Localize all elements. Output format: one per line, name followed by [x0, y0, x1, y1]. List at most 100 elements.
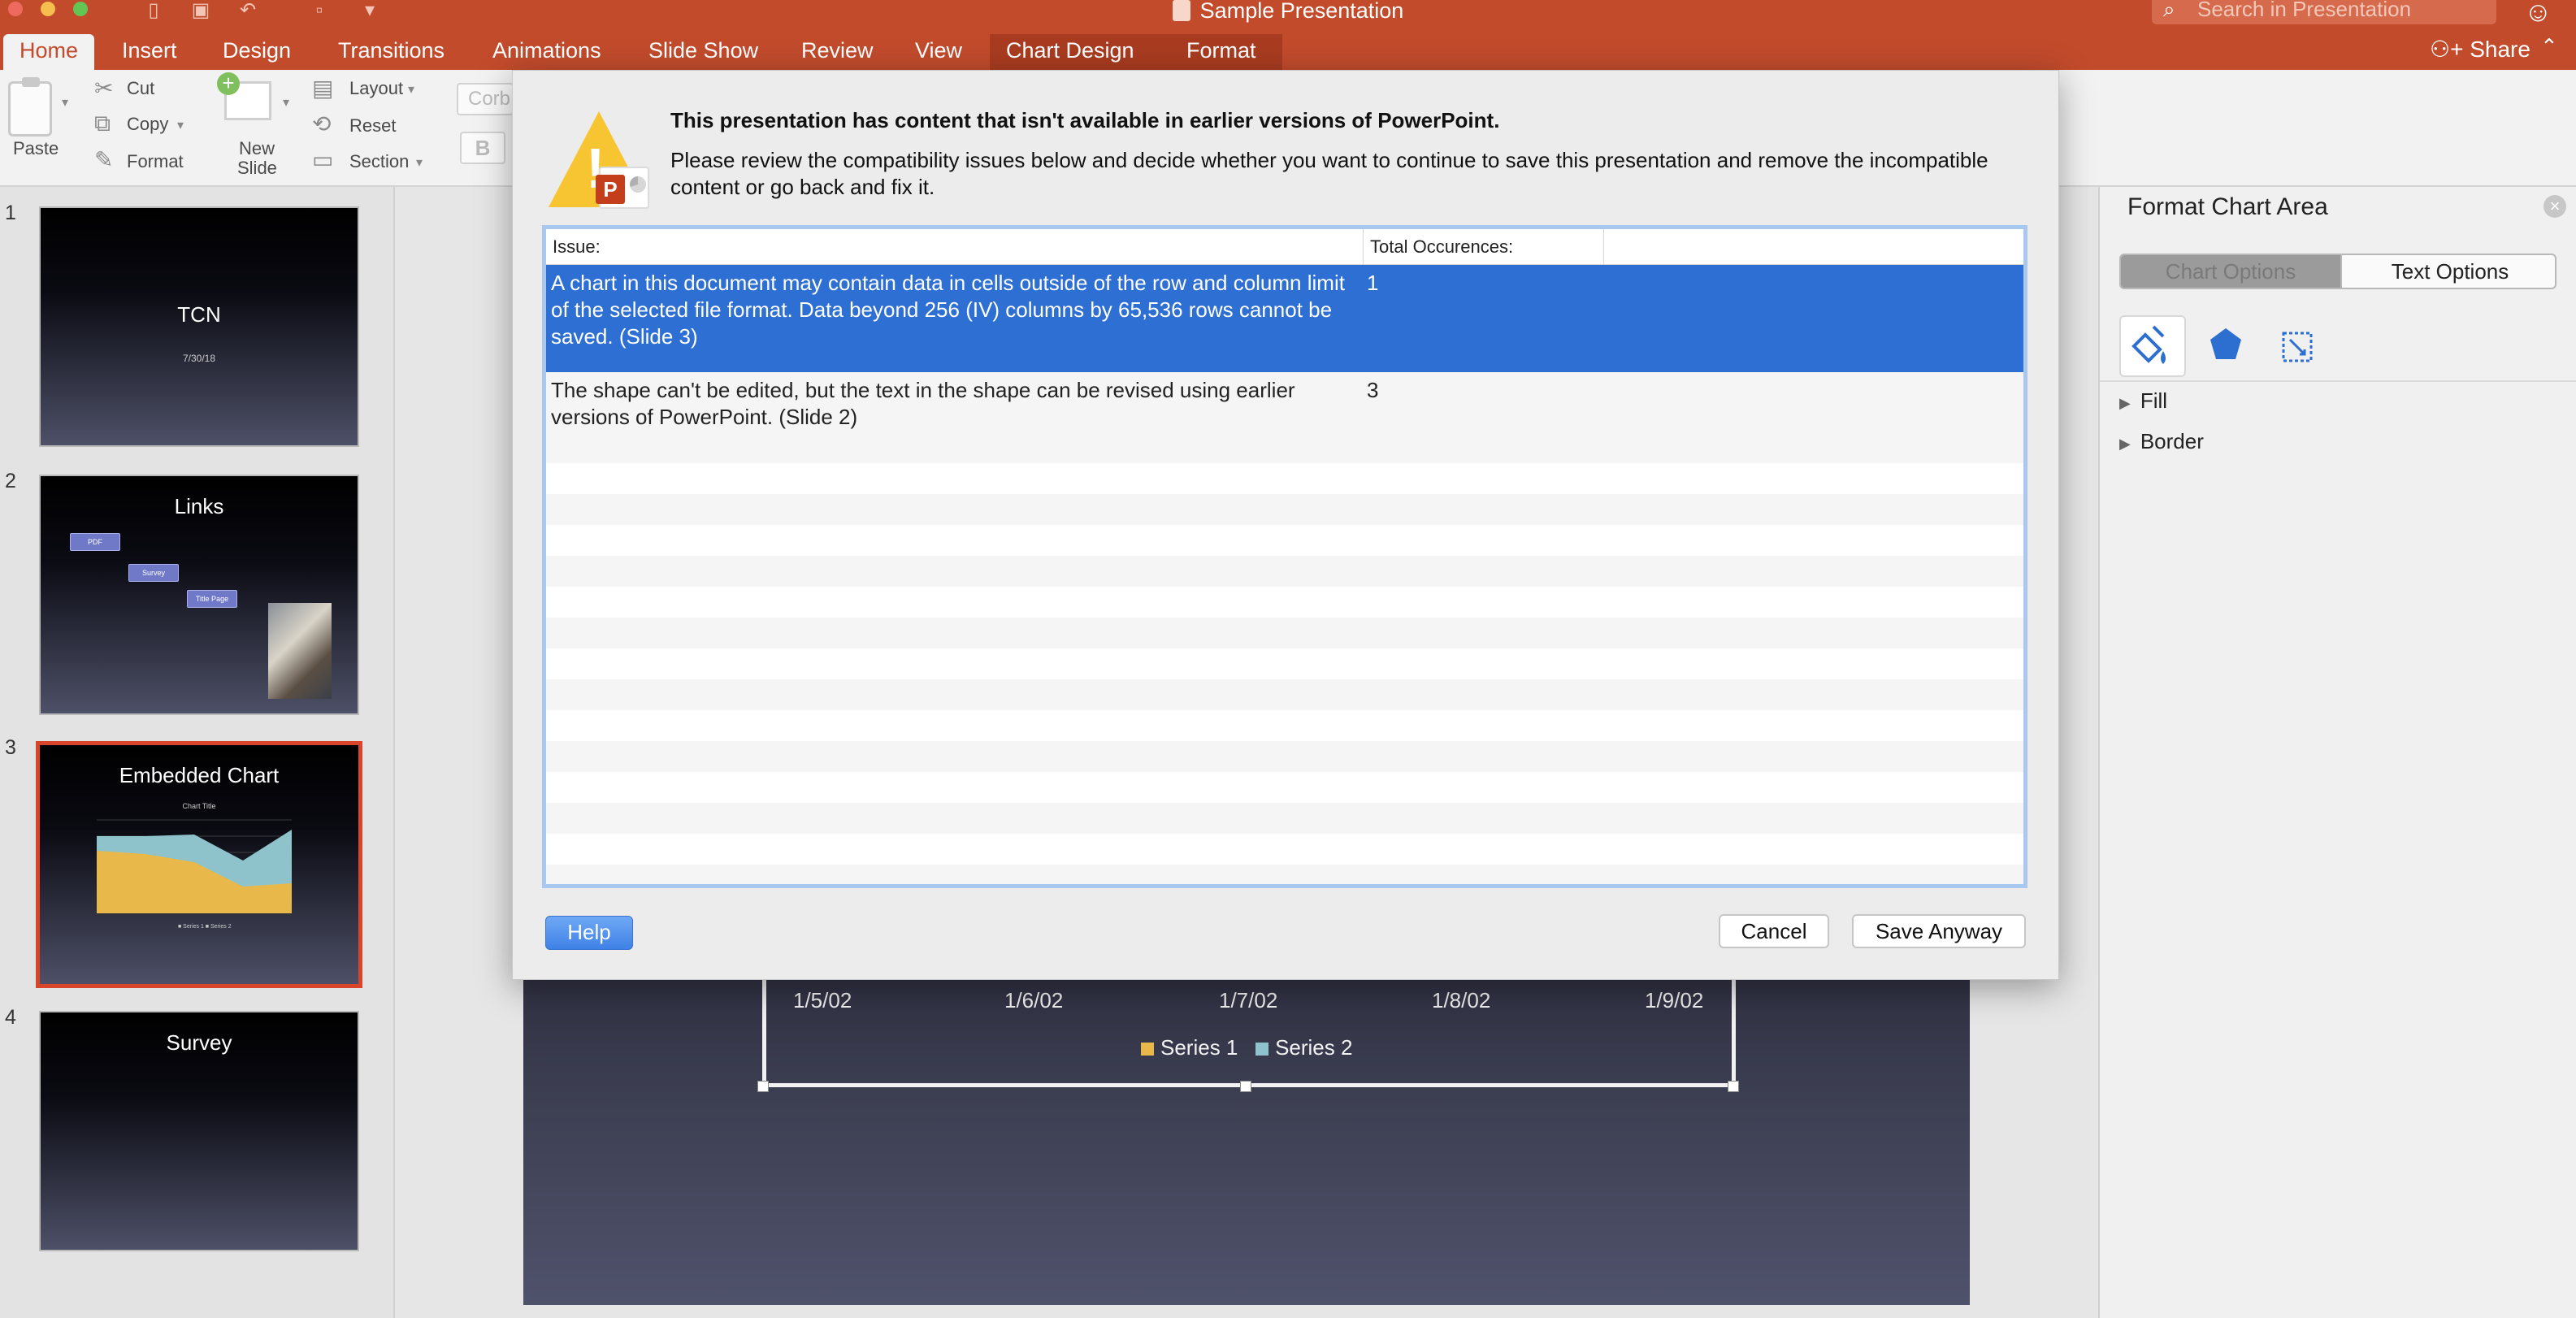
x-axis-tick-label: 1/8/02 — [1432, 988, 1491, 1012]
reset-button[interactable]: Reset — [349, 115, 396, 137]
empty-row — [546, 463, 2023, 494]
cut-button[interactable]: Cut — [127, 78, 154, 99]
tab-format[interactable]: Format — [1170, 34, 1282, 70]
format-chart-area-pane: Format Chart Area × Chart Options Text O… — [2098, 187, 2576, 1318]
slide-thumbnail-4[interactable]: Survey — [39, 1011, 359, 1251]
new-slide-label-1: New — [239, 138, 275, 158]
powerpoint-icon: P — [596, 167, 649, 209]
font-name-field[interactable]: Corb — [457, 83, 514, 115]
slide-number: 4 — [5, 1006, 16, 1029]
tab-chart-options[interactable]: Chart Options — [2121, 255, 2340, 288]
copy-button[interactable]: Copy — [127, 114, 168, 135]
share-label: Share — [2470, 37, 2530, 62]
column-header-total[interactable]: Total Occurences: — [1364, 229, 1604, 265]
layout-icon[interactable]: ▤ — [312, 75, 333, 102]
slide-title: Embedded Chart — [119, 763, 280, 787]
thumbnail-legend: ■ Series 1 ■ Series 2 — [178, 924, 232, 930]
slide-panel[interactable]: 1 TCN 7/30/18 2 Links PDF Survey Title P… — [0, 187, 395, 1318]
tab-transitions[interactable]: Transitions — [322, 34, 461, 70]
section-button[interactable]: Section — [349, 151, 409, 172]
tab-animations[interactable]: Animations — [476, 34, 618, 70]
paste-icon[interactable] — [8, 77, 52, 137]
tab-slide-show[interactable]: Slide Show — [632, 34, 774, 70]
thumbnail-area-chart — [97, 819, 292, 913]
cut-icon[interactable]: ✂ — [94, 75, 113, 102]
resize-handle[interactable] — [1240, 1081, 1251, 1092]
close-pane-icon[interactable]: × — [2543, 195, 2566, 218]
x-axis-tick-label: 1/9/02 — [1645, 988, 1704, 1012]
tab-design[interactable]: Design — [206, 34, 307, 70]
border-section[interactable]: ▶ Border — [2119, 429, 2204, 454]
layout-button[interactable]: Layout — [349, 78, 403, 99]
section-icon[interactable]: ▭ — [312, 146, 333, 173]
tab-insert[interactable]: Insert — [106, 34, 193, 70]
disclosure-triangle-icon: ▶ — [2119, 436, 2131, 452]
issues-table[interactable]: Issue: Total Occurences: A chart in this… — [542, 225, 2027, 888]
search-placeholder: Search in Presentation — [2197, 0, 2412, 21]
layout-dropdown-icon[interactable]: ▾ — [408, 81, 414, 98]
resize-handle[interactable] — [757, 1081, 769, 1092]
x-axis-tick-label: 1/5/02 — [793, 988, 852, 1012]
search-input[interactable]: ⌕ Search in Presentation — [2152, 0, 2496, 24]
table-row[interactable]: A chart in this document may contain dat… — [546, 265, 2023, 372]
legend-swatch — [1141, 1043, 1154, 1056]
paste-dropdown-icon[interactable]: ▾ — [62, 94, 68, 111]
help-button[interactable]: Help — [545, 916, 633, 950]
tab-chart-design[interactable]: Chart Design — [990, 34, 1170, 70]
legend-label: Series 1 — [1160, 1035, 1238, 1060]
slide-thumbnail-3[interactable]: Embedded Chart Chart Title ■ Series 1 ■ … — [36, 741, 362, 988]
issue-cell: A chart in this document may contain dat… — [551, 271, 1345, 349]
slide-title: Survey — [166, 1030, 232, 1055]
bold-button[interactable]: B — [460, 132, 505, 164]
format-painter-icon[interactable]: ✎ — [94, 146, 113, 173]
section-label: Border — [2140, 429, 2204, 453]
fill-line-tab[interactable] — [2119, 315, 2186, 377]
paste-label: Paste — [13, 138, 59, 158]
effects-tab[interactable] — [2192, 315, 2259, 377]
reset-icon[interactable]: ⟲ — [312, 111, 331, 137]
tab-text-options[interactable]: Text Options — [2340, 255, 2555, 288]
table-header: Issue: Total Occurences: — [546, 229, 2023, 265]
new-slide-label-2: Slide — [237, 158, 277, 178]
empty-row — [546, 803, 2023, 834]
paint-bucket-icon — [2131, 325, 2166, 364]
new-slide-icon[interactable] — [217, 72, 271, 120]
tab-review[interactable]: Review — [785, 34, 890, 70]
slide-number: 2 — [5, 470, 16, 492]
empty-row — [546, 710, 2023, 741]
dialog-message: Please review the compatibility issues b… — [670, 148, 1988, 199]
section-dropdown-icon[interactable]: ▾ — [416, 154, 423, 171]
slide-thumbnail-1[interactable]: TCN 7/30/18 — [39, 206, 359, 447]
tab-home[interactable]: Home — [3, 34, 95, 70]
fill-section[interactable]: ▶ Fill — [2119, 388, 2167, 414]
slide-number: 3 — [5, 736, 16, 759]
empty-row — [546, 679, 2023, 710]
collapse-ribbon-icon[interactable]: ⌃ — [2540, 34, 2558, 59]
copy-icon[interactable]: ⧉ — [94, 111, 111, 137]
slide-photo — [268, 603, 332, 699]
empty-row — [546, 494, 2023, 525]
empty-row — [546, 741, 2023, 772]
dialog-heading: This presentation has content that isn't… — [670, 108, 1500, 132]
table-row[interactable]: The shape can't be edited, but the text … — [546, 372, 2023, 463]
cancel-button[interactable]: Cancel — [1719, 914, 1829, 948]
slide-title: Links — [174, 494, 224, 518]
share-button[interactable]: ⚇+ Share — [2430, 36, 2530, 63]
empty-row — [546, 618, 2023, 648]
save-anyway-button[interactable]: Save Anyway — [1852, 914, 2026, 948]
chart-legend: Series 1 Series 2 — [1141, 1035, 1352, 1060]
slide-link-button: Title Page — [187, 590, 237, 608]
column-header-issue[interactable]: Issue: — [546, 229, 1364, 265]
document-icon — [1172, 0, 1190, 21]
resize-handle[interactable] — [1728, 1081, 1739, 1092]
format-painter-button[interactable]: Format — [127, 151, 184, 172]
x-axis-tick-label: 1/6/02 — [1004, 988, 1064, 1012]
empty-row — [546, 525, 2023, 556]
ribbon-tabs: Home Insert Design Transitions Animation… — [0, 24, 2576, 70]
count-cell: 1 — [1367, 271, 1379, 295]
size-properties-tab[interactable] — [2264, 315, 2331, 377]
tab-view[interactable]: View — [899, 34, 978, 70]
new-slide-dropdown-icon[interactable]: ▾ — [283, 94, 289, 111]
slide-thumbnail-2[interactable]: Links PDF Survey Title Page — [39, 475, 359, 715]
copy-dropdown-icon[interactable]: ▾ — [177, 117, 184, 133]
